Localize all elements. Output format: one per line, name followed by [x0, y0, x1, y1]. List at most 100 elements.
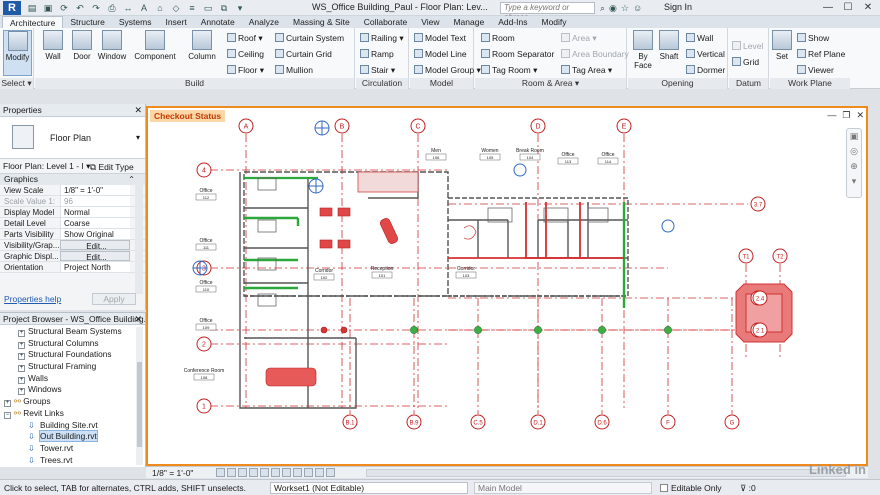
property-row[interactable]: Orientation Project North [0, 262, 145, 273]
curtain-grid-button[interactable]: Curtain Grid [275, 48, 332, 60]
nav-dropdown-icon[interactable]: ▾ [847, 174, 861, 189]
open-icon[interactable]: ▤ [26, 2, 38, 14]
worksharing-display-icon[interactable] [315, 468, 324, 477]
properties-scrollbar[interactable] [135, 174, 143, 294]
chevron-down-icon[interactable]: ▾ [136, 133, 140, 142]
show-crop-icon[interactable] [271, 468, 280, 477]
expand-toggle-icon[interactable]: + [18, 353, 25, 361]
property-row[interactable]: Display Model Normal [0, 207, 145, 218]
select-dropdown[interactable]: Select ▾ [0, 78, 33, 89]
text-icon[interactable]: A [138, 2, 150, 14]
window-button[interactable]: Window [95, 30, 129, 76]
browser-item[interactable]: + Structural Framing [0, 361, 145, 373]
horizontal-scrollbar[interactable] [366, 469, 846, 477]
edit-type-button[interactable]: ⧉ Edit Type [90, 160, 134, 175]
browser-item[interactable]: + Structural Foundations [0, 349, 145, 361]
graphics-group[interactable]: Graphics ⌃ [0, 174, 145, 185]
tab-add-ins[interactable]: Add-Ins [491, 16, 534, 28]
expand-toggle-icon[interactable]: + [4, 400, 11, 408]
component-button[interactable]: Component [131, 30, 179, 76]
thin-lines-icon[interactable]: ≡ [186, 2, 198, 14]
expand-toggle-icon[interactable]: − [4, 411, 11, 419]
by-face-button[interactable]: By Face [630, 30, 656, 76]
door-button[interactable]: Door [69, 30, 95, 76]
edit-button[interactable]: Edit... [60, 251, 130, 261]
expand-toggle-icon[interactable]: + [18, 376, 25, 384]
property-row[interactable]: Visibility/Grap... Edit... [0, 240, 145, 251]
tab-annotate[interactable]: Annotate [194, 16, 242, 28]
room-area-panel-title[interactable]: Room & Area ▾ [475, 78, 626, 89]
redo-icon[interactable]: ↷ [90, 2, 102, 14]
browser-item[interactable]: + Structural Beam Systems [0, 326, 145, 338]
detail-level-icon[interactable] [216, 468, 225, 477]
3d-view-icon[interactable]: ⌂ [154, 2, 166, 14]
view-scale[interactable]: 1/8" = 1'-0" [152, 467, 193, 479]
tab-collaborate[interactable]: Collaborate [357, 16, 414, 28]
browser-item[interactable]: ⇩ Trees.rvt [0, 455, 145, 467]
tab-systems[interactable]: Systems [112, 16, 159, 28]
expand-toggle-icon[interactable]: + [18, 341, 25, 349]
tag-room-button[interactable]: Tag Room ▾ [481, 64, 537, 76]
tab-massing-site[interactable]: Massing & Site [286, 16, 357, 28]
app-logo[interactable]: R [3, 1, 21, 15]
subscription-icon[interactable]: ◉ [609, 2, 617, 14]
close-icon[interactable]: ✕ [858, 1, 878, 15]
floor-button[interactable]: Floor ▾ [227, 64, 264, 76]
restore-icon[interactable]: ❐ [842, 110, 850, 121]
property-row[interactable]: View Scale 1/8" = 1'-0" [0, 185, 145, 196]
switch-windows-icon[interactable]: ⧉ [218, 2, 230, 14]
browser-item[interactable]: + Walls [0, 373, 145, 385]
dormer-button[interactable]: Dormer [686, 64, 725, 76]
close-hidden-icon[interactable]: ▭ [202, 2, 214, 14]
railing-button[interactable]: Railing ▾ [360, 32, 404, 44]
browser-item[interactable]: + Windows [0, 384, 145, 396]
browser-scrollbar[interactable] [136, 327, 143, 465]
tab-analyze[interactable]: Analyze [242, 16, 286, 28]
undo-icon[interactable]: ↶ [74, 2, 86, 14]
editable-only-toggle[interactable]: Editable Only [660, 482, 722, 494]
show-button[interactable]: Show [797, 32, 829, 44]
browser-item[interactable]: ⇩ Out Building.rvt [0, 430, 145, 443]
tab-architecture[interactable]: Architecture [2, 16, 64, 28]
star-icon[interactable]: ☆ [621, 2, 629, 14]
instance-filter[interactable]: Floor Plan: Level 1 - I ▾ ⧉ Edit Type [0, 159, 145, 174]
properties-help-link[interactable]: Properties help [4, 294, 61, 304]
shaft-button[interactable]: Shaft [656, 30, 682, 76]
ramp-button[interactable]: Ramp [360, 48, 394, 60]
search-input[interactable]: Type a keyword or phrase [500, 2, 595, 22]
edit-button[interactable]: Edit... [60, 240, 130, 250]
crop-view-icon[interactable] [260, 468, 269, 477]
model-text-button[interactable]: Model Text [414, 32, 466, 44]
grid-button[interactable]: Grid [732, 56, 759, 68]
browser-item[interactable]: + ⚯ Groups [0, 396, 145, 408]
roof-button[interactable]: Roof ▾ [227, 32, 263, 44]
floor-plan-view[interactable]: Office 112 Office 111 Office 110 Office 109 Conf… [146, 106, 868, 466]
filter-count[interactable]: ⊽ :0 [740, 482, 756, 494]
lock-3d-icon[interactable] [282, 468, 291, 477]
design-option-dropdown[interactable]: Main Model [474, 482, 652, 494]
tag-area-button[interactable]: Tag Area ▾ [561, 64, 612, 76]
tab-insert[interactable]: Insert [158, 16, 193, 28]
property-row[interactable]: Parts Visibility Show Original [0, 229, 145, 240]
minimize-icon[interactable]: — [818, 1, 838, 15]
property-row[interactable]: Detail Level Coarse [0, 218, 145, 229]
model-line-button[interactable]: Model Line [414, 48, 467, 60]
expand-toggle-icon[interactable]: + [18, 330, 25, 337]
browser-item[interactable]: ⇩ Building Site.rvt [0, 420, 145, 432]
browser-item[interactable]: + Structural Columns [0, 338, 145, 350]
close-icon[interactable]: ✕ [856, 110, 864, 121]
ceiling-button[interactable]: Ceiling [227, 48, 264, 60]
tab-structure[interactable]: Structure [63, 16, 112, 28]
apply-button[interactable]: Apply [92, 293, 136, 305]
reveal-hidden-icon[interactable] [304, 468, 313, 477]
hide-isolate-icon[interactable] [293, 468, 302, 477]
tab-modify[interactable]: Modify [534, 16, 573, 28]
visual-style-icon[interactable] [227, 468, 236, 477]
checkbox[interactable] [660, 484, 668, 492]
property-row[interactable]: Graphic Displ... Edit... [0, 251, 145, 262]
type-selector[interactable]: Floor Plan ▾ [0, 117, 145, 159]
curtain-system-button[interactable]: Curtain System [275, 32, 344, 44]
scroll-thumb[interactable] [137, 362, 142, 447]
room-separator-button[interactable]: Room Separator [481, 48, 554, 60]
close-icon[interactable]: ✕ [134, 104, 142, 117]
